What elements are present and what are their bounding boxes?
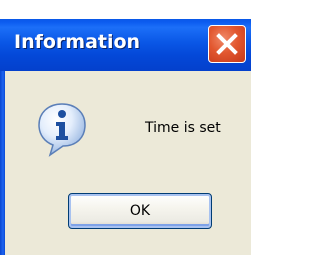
close-icon — [216, 33, 238, 55]
information-dialog: Information Time is set OK — [0, 0, 251, 255]
close-button[interactable] — [208, 25, 246, 63]
dialog-title: Information — [14, 31, 141, 53]
ok-button[interactable]: OK — [68, 193, 212, 229]
information-icon — [38, 103, 86, 157]
ok-button-label: OK — [129, 203, 151, 219]
message-text: Time is set — [145, 120, 221, 136]
